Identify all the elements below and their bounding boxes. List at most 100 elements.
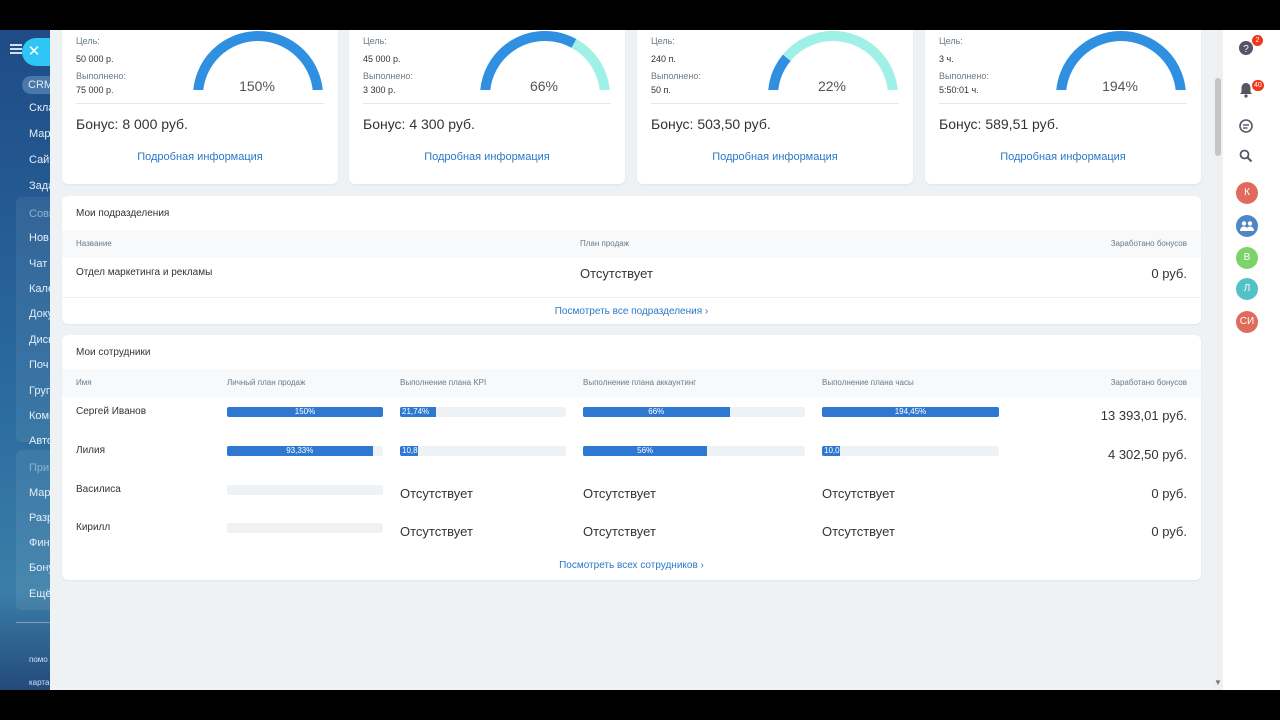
card-divider: [939, 103, 1187, 104]
progress-label: 194,45%: [894, 407, 927, 416]
done-value: 50 п.: [651, 85, 671, 95]
scroll-down-arrow-icon[interactable]: ▼: [1214, 678, 1222, 687]
done-label: Выполнено:: [939, 71, 989, 81]
sidebar-item[interactable]: Разр: [29, 512, 50, 524]
sidebar-item[interactable]: Груп: [29, 385, 50, 397]
kpi-card: Цель: 3 ч. Выполнено: 5:50:01 ч. 194% Бонус: …: [925, 30, 1201, 184]
goal-label: Цель:: [651, 36, 675, 46]
progress-bar: 66%: [583, 407, 805, 417]
avatar[interactable]: СИ: [1236, 311, 1258, 333]
gauge-progress-arc: [768, 54, 791, 90]
column-kpi-plan: Выполнение плана KPI: [400, 378, 487, 387]
sidebar-item[interactable]: Кале: [29, 283, 50, 295]
goal-label: Цель:: [363, 36, 387, 46]
plan-status: Отсутствует: [400, 524, 473, 539]
avatar[interactable]: В: [1236, 247, 1258, 269]
details-link[interactable]: Подробная информация: [925, 151, 1201, 163]
sidebar-item[interactable]: Бону: [29, 562, 50, 574]
sidebar-item[interactable]: Мар: [29, 128, 50, 140]
sidebar-item[interactable]: Зада: [29, 180, 50, 192]
done-value: 75 000 р.: [76, 85, 114, 95]
sidebar-item[interactable]: Мар: [29, 487, 50, 499]
sidebar-item[interactable]: Чат и: [29, 258, 50, 270]
employee-name[interactable]: Кирилл: [76, 522, 110, 533]
left-sidebar: ✕ CRM Скла Мар Сайт Зада Совм Нов Чат и Кале Док…: [0, 30, 50, 690]
employees-table-header: Имя Личный план продаж Выполнение плана …: [62, 369, 1201, 397]
close-button[interactable]: ✕: [22, 38, 50, 66]
card-divider: [363, 103, 611, 104]
employee-bonus: 13 393,01 руб.: [1100, 408, 1187, 423]
sidebar-item[interactable]: Диск: [29, 334, 50, 346]
kpi-card: Цель: 240 п. Выполнено: 50 п. 22% Бонус: 503,…: [637, 30, 913, 184]
sidebar-item[interactable]: Сайт: [29, 154, 50, 166]
gauge-percent: 150%: [239, 78, 275, 94]
goal-value: 3 ч.: [939, 54, 954, 64]
group-chat-avatar[interactable]: [1236, 215, 1258, 237]
sidebar-item[interactable]: Фина: [29, 537, 50, 549]
progress-label: 93,33%: [286, 446, 314, 455]
sidebar-map-link[interactable]: карта: [29, 678, 49, 687]
card-divider: [651, 103, 899, 104]
goal-label: Цель:: [76, 36, 100, 46]
sidebar-item[interactable]: Авто: [29, 435, 50, 447]
help-badge: 2: [1252, 35, 1263, 46]
sidebar-item[interactable]: Комі: [29, 410, 50, 422]
department-name[interactable]: Отдел маркетинга и рекламы: [76, 267, 212, 278]
gauge-percent: 22%: [817, 78, 847, 94]
avatar[interactable]: К: [1236, 182, 1258, 204]
plan-status: Отсутствует: [400, 486, 473, 501]
done-label: Выполнено:: [76, 71, 126, 81]
sidebar-help-link[interactable]: помо: [29, 655, 48, 664]
sidebar-divider: [16, 622, 50, 623]
sidebar-item[interactable]: Нов: [29, 232, 49, 244]
right-toolbar: ? 2 40 К В Л СИ: [1223, 30, 1280, 690]
view-all-employees-link[interactable]: Посмотреть всех сотрудников ›: [62, 560, 1201, 571]
plan-status: Отсутствует: [822, 486, 895, 501]
progress-bar: 150%: [227, 407, 383, 417]
employee-name[interactable]: Сергей Иванов: [76, 406, 146, 417]
kpi-card: Цель: 50 000 р. Выполнено: 75 000 р. 150% Бон…: [62, 30, 338, 184]
column-sales-plan: План продаж: [580, 239, 630, 248]
progress-label: 10,0: [824, 446, 840, 455]
sidebar-item[interactable]: Поч: [29, 359, 49, 371]
sidebar-item[interactable]: Ещё: [29, 588, 50, 600]
progress-bar: 10,0: [822, 446, 999, 456]
department-bonus: 0 руб.: [1151, 266, 1187, 281]
details-link[interactable]: Подробная информация: [637, 151, 913, 163]
employee-name[interactable]: Василиса: [76, 484, 121, 495]
chat-icon[interactable]: [1236, 118, 1256, 138]
goal-label: Цель:: [939, 36, 963, 46]
departments-title: Мои подразделения: [76, 208, 170, 219]
bonus-amount: Бонус: 589,51 руб.: [939, 116, 1059, 132]
view-all-departments-link[interactable]: Посмотреть все подразделения ›: [62, 297, 1201, 324]
goal-value: 45 000 р.: [363, 54, 401, 64]
done-label: Выполнено:: [363, 71, 413, 81]
plan-status: Отсутствует: [583, 486, 656, 501]
menu-icon[interactable]: [10, 44, 22, 54]
main-content: Цель: 50 000 р. Выполнено: 75 000 р. 150% Бон…: [50, 30, 1213, 690]
employee-bonus: 0 руб.: [1151, 486, 1187, 501]
goal-value: 240 п.: [651, 54, 676, 64]
gauge-percent: 194%: [1102, 78, 1138, 94]
column-accounting-plan: Выполнение плана аккаунтинг: [583, 378, 697, 387]
scrollbar[interactable]: ▼: [1213, 30, 1223, 690]
sidebar-item: При: [29, 462, 50, 474]
sidebar-item: Совм: [29, 208, 50, 220]
progress-label: 21,74%: [402, 407, 430, 416]
employee-bonus: 4 302,50 руб.: [1107, 447, 1187, 462]
scrollbar-thumb[interactable]: [1215, 78, 1221, 156]
gauge-percent: 66%: [529, 78, 559, 94]
search-icon[interactable]: [1236, 149, 1256, 169]
avatar[interactable]: Л: [1236, 278, 1258, 300]
notifications-badge: 40: [1252, 80, 1264, 91]
sidebar-item-crm[interactable]: CRM: [22, 76, 50, 94]
sidebar-item[interactable]: Доку: [29, 308, 50, 320]
progress-label: 10,8: [402, 446, 418, 455]
departments-panel: Мои подразделения Название План продаж З…: [62, 196, 1201, 324]
sidebar-item[interactable]: Скла: [29, 102, 50, 114]
column-name: Имя: [76, 378, 92, 387]
details-link[interactable]: Подробная информация: [62, 151, 338, 163]
employee-name[interactable]: Лилия: [76, 445, 105, 456]
progress-bar: [227, 523, 383, 533]
details-link[interactable]: Подробная информация: [349, 151, 625, 163]
